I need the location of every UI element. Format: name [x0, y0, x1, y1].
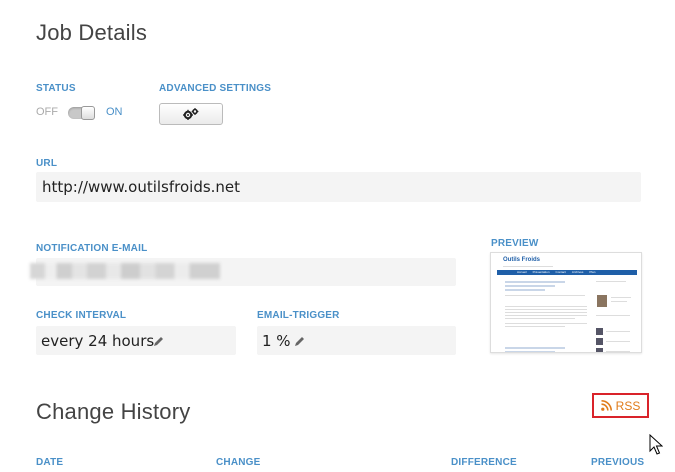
- gears-icon: [183, 108, 199, 120]
- check-interval-field[interactable]: every 24 hours: [36, 326, 236, 355]
- status-label: STATUS: [36, 83, 76, 94]
- status-toggle-knob: [81, 106, 95, 120]
- pencil-icon[interactable]: [153, 336, 164, 347]
- preview-site-title: Outils Froids: [503, 257, 541, 263]
- status-toggle[interactable]: [68, 106, 95, 120]
- pencil-icon[interactable]: [294, 336, 305, 347]
- email-trigger-field[interactable]: 1 %: [257, 326, 456, 355]
- page-title: Job Details: [36, 20, 148, 45]
- check-interval-value: every 24 hours: [41, 332, 155, 350]
- rss-label: RSS: [615, 398, 641, 413]
- column-header-previous[interactable]: PREVIOUS: [591, 457, 644, 468]
- advanced-settings-button[interactable]: [159, 103, 223, 125]
- column-header-change[interactable]: CHANGE: [216, 457, 261, 468]
- email-trigger-value: 1 %: [262, 332, 291, 350]
- rss-button[interactable]: RSS: [592, 393, 649, 418]
- preview-nav: Accueil Présentation Contact Archives Pl…: [497, 270, 637, 275]
- advanced-settings-label: ADVANCED SETTINGS: [159, 83, 272, 94]
- preview-label: PREVIEW: [491, 238, 539, 249]
- url-value: http://www.outilsfroids.net: [42, 178, 241, 196]
- email-trigger-label: EMAIL-TRIGGER: [257, 310, 340, 321]
- status-off-label: OFF: [36, 106, 58, 118]
- change-history-title: Change History: [36, 399, 191, 424]
- rss-icon: [600, 400, 612, 411]
- column-header-date[interactable]: DATE: [36, 457, 63, 468]
- column-header-difference[interactable]: DIFFERENCE: [451, 457, 517, 468]
- preview-avatar: [597, 295, 607, 307]
- mouse-cursor-icon: [649, 434, 663, 455]
- notification-email-field[interactable]: [30, 258, 456, 286]
- url-field[interactable]: http://www.outilsfroids.net: [36, 172, 641, 202]
- email-redacted: [30, 263, 220, 279]
- check-interval-label: CHECK INTERVAL: [36, 310, 127, 321]
- status-on-label: ON: [106, 106, 123, 118]
- url-label: URL: [36, 158, 58, 169]
- preview-thumbnail[interactable]: Outils Froids Accueil Présentation Conta…: [490, 252, 642, 353]
- notification-email-label: NOTIFICATION E-MAIL: [36, 243, 148, 254]
